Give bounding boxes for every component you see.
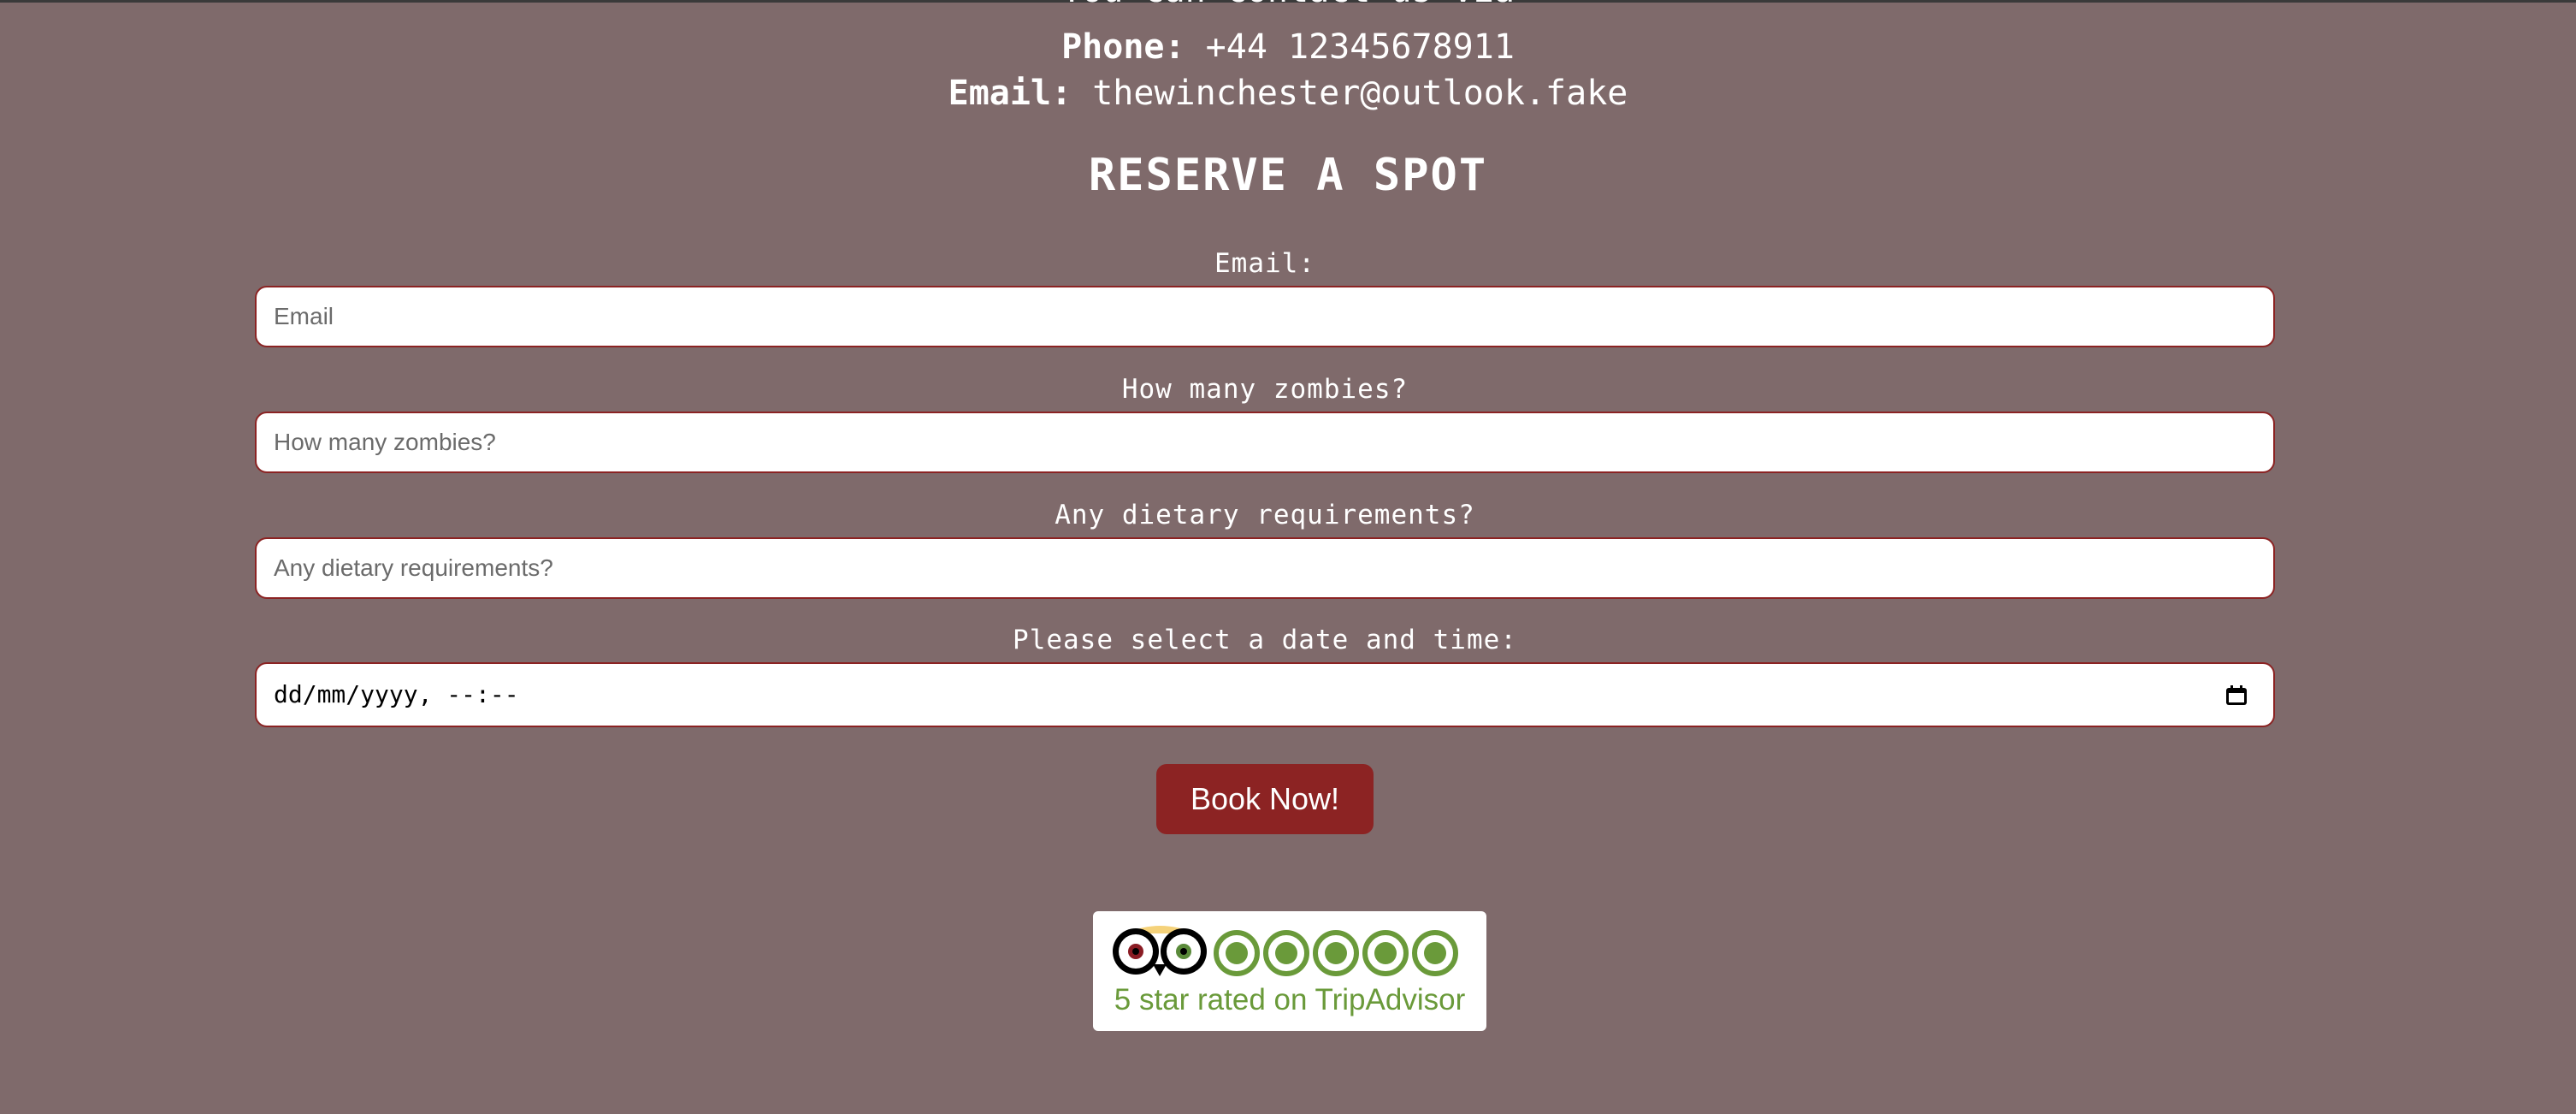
phone-value: +44 12345678911: [1205, 27, 1515, 67]
book-now-button[interactable]: Book Now!: [1156, 764, 1374, 834]
tripadvisor-caption: 5 star rated on TripAdvisor: [1114, 983, 1466, 1016]
rating-circle-icon: [1362, 930, 1409, 976]
contact-intro: You can contact us via: [0, 0, 2576, 12]
email-field[interactable]: [255, 286, 2275, 347]
email-field-label: Email:: [1214, 248, 1315, 279]
contact-email: Email: thewinchester@outlook.fake: [0, 71, 2576, 116]
rating-circle-icon: [1313, 930, 1359, 976]
rating-circle-icon: [1412, 930, 1458, 976]
dietary-field-label: Any dietary requirements?: [1055, 500, 1475, 530]
zombies-field-label: How many zombies?: [1121, 374, 1409, 405]
calendar-icon[interactable]: [2225, 685, 2248, 706]
page: You can contact us via Phone: +44 123456…: [0, 0, 2576, 1114]
tripadvisor-owl-icon: [1113, 926, 1207, 976]
rating-circle-icon: [1263, 930, 1309, 976]
dietary-field[interactable]: [255, 537, 2275, 599]
tripadvisor-logo: [1113, 926, 1458, 976]
contact-phone: Phone: +44 12345678911: [0, 25, 2576, 69]
rating-circle-icon: [1214, 930, 1260, 976]
reserve-heading: RESERVE A SPOT: [1088, 150, 1488, 201]
datetime-field-label: Please select a date and time:: [1013, 625, 1517, 655]
tripadvisor-badge[interactable]: 5 star rated on TripAdvisor: [1093, 911, 1486, 1031]
email-value: thewinchester@outlook.fake: [1092, 74, 1628, 113]
phone-label: Phone:: [1061, 27, 1185, 67]
zombies-field[interactable]: [255, 412, 2275, 473]
datetime-field[interactable]: dd/mm/yyyy, --:--: [255, 662, 2275, 727]
email-label: Email:: [948, 74, 1072, 113]
datetime-value: dd/mm/yyyy, --:--: [274, 680, 519, 708]
rating-circles: [1214, 930, 1458, 976]
